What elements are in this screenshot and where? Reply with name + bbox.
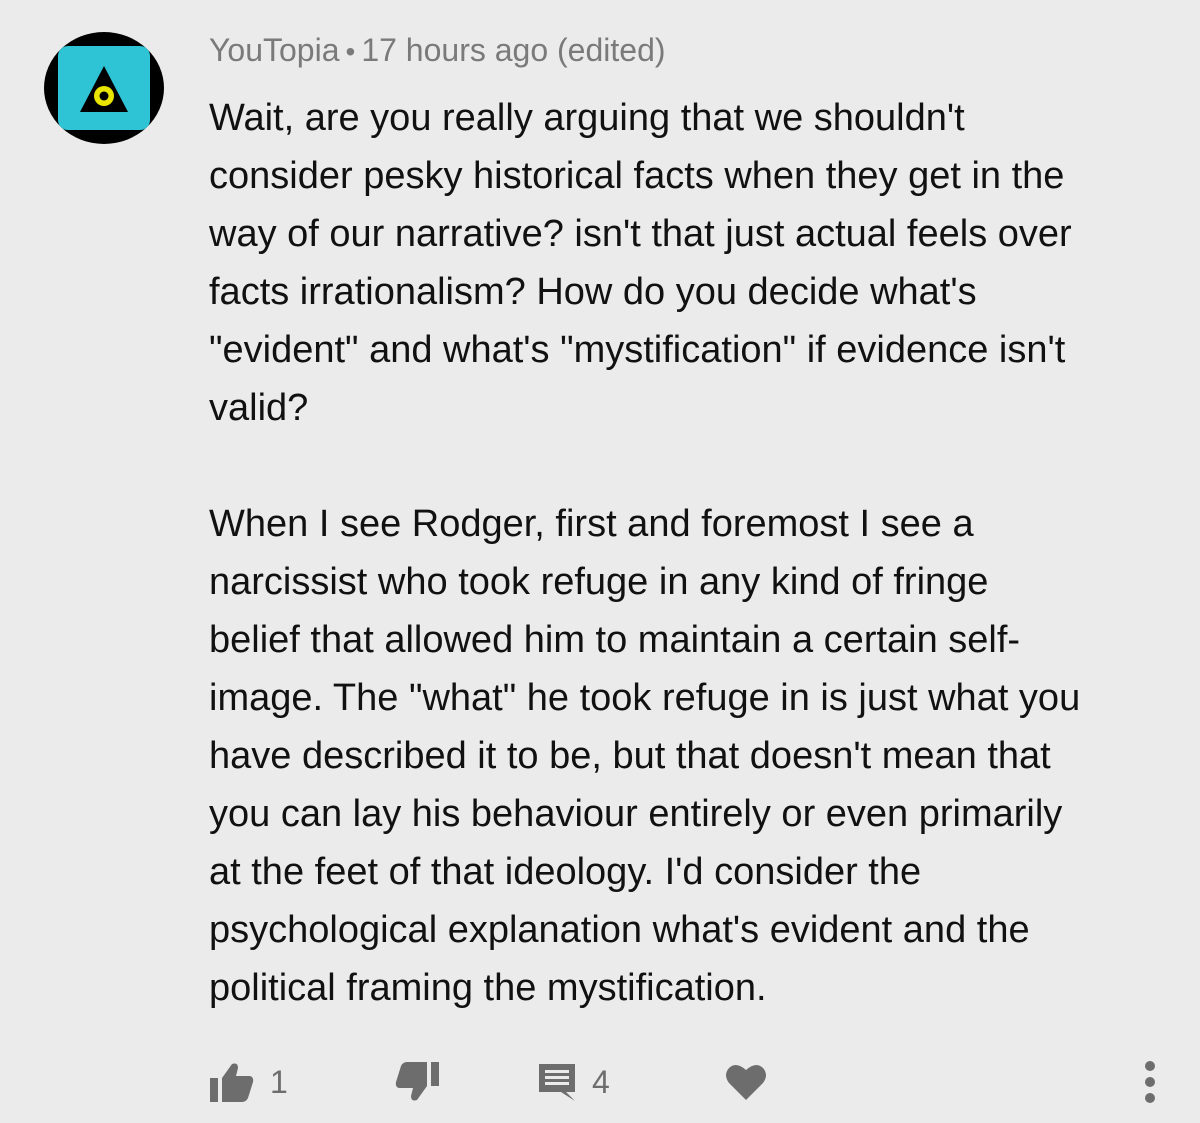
more-vertical-icon — [1145, 1061, 1155, 1103]
author-name[interactable]: YouTopia — [209, 32, 340, 68]
comment-card: YouTopia • 17 hours ago (edited) Wait, are… — [0, 0, 1200, 1123]
comment-paragraph-2: When I see Rodger, first and foremost I … — [209, 503, 1081, 1009]
reply-count: 4 — [592, 1063, 610, 1100]
reply-button[interactable]: 4 — [536, 1050, 610, 1114]
thumbs-up-icon — [210, 1063, 254, 1102]
comment-body: Wait, are you really arguing that we sho… — [209, 89, 1159, 1017]
meta-separator: • — [345, 36, 356, 67]
dislike-button[interactable] — [393, 1050, 441, 1114]
heart-button[interactable] — [724, 1050, 768, 1114]
like-count: 1 — [270, 1063, 288, 1100]
heart-icon — [726, 1064, 766, 1100]
comment-meta: YouTopia • 17 hours ago (edited) — [209, 26, 666, 76]
avatar[interactable] — [44, 32, 164, 144]
thumbs-down-icon — [395, 1062, 439, 1101]
more-options-button[interactable] — [1132, 1050, 1168, 1114]
comment-timestamp: 17 hours ago (edited) — [361, 32, 666, 68]
comment-actions: 1 4 — [0, 1050, 1200, 1114]
illuminati-eye-icon — [58, 46, 150, 130]
comment-paragraph-1: Wait, are you really arguing that we sho… — [209, 97, 1072, 429]
comment-reply-icon — [539, 1064, 575, 1101]
like-button[interactable]: 1 — [208, 1050, 288, 1114]
